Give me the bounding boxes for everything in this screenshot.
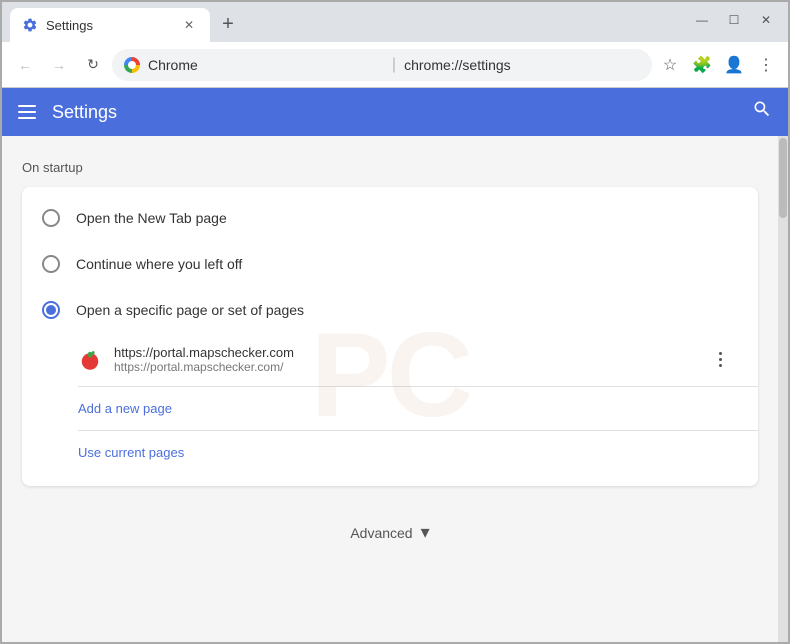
divider-2	[78, 430, 758, 431]
radio-continue[interactable]	[42, 255, 60, 273]
url-text: chrome://settings	[404, 57, 640, 73]
back-button[interactable]: ←	[10, 50, 40, 80]
address-bar: ← → ↻ Chrome | chrome://settings ☆ 🧩 👤 ⋮	[2, 42, 788, 88]
site-security-icon	[124, 57, 140, 73]
hamburger-line-3	[18, 117, 36, 119]
page-url-main: https://portal.mapschecker.com	[114, 345, 694, 360]
option-specific-label: Open a specific page or set of pages	[76, 302, 304, 318]
radio-specific[interactable]	[42, 301, 60, 319]
pages-section: https://portal.mapschecker.com https://p…	[22, 333, 758, 478]
close-button[interactable]: ✕	[752, 10, 780, 30]
extensions-button[interactable]: 🧩	[688, 51, 716, 79]
brand-label: Chrome	[148, 57, 384, 73]
scrollbar-thumb[interactable]	[779, 138, 787, 218]
use-current-pages-label: Use current pages	[78, 435, 184, 470]
hamburger-menu-button[interactable]	[18, 105, 36, 119]
account-button[interactable]: 👤	[720, 51, 748, 79]
menu-dot-2	[719, 358, 722, 361]
page-entry: https://portal.mapschecker.com https://p…	[78, 337, 758, 382]
chrome-menu-button[interactable]: ⋮	[752, 51, 780, 79]
section-label: On startup	[22, 160, 758, 175]
menu-dot-3	[719, 364, 722, 367]
add-new-page-label: Add a new page	[78, 391, 172, 426]
page-info: https://portal.mapschecker.com https://p…	[114, 345, 694, 374]
bookmark-button[interactable]: ☆	[656, 51, 684, 79]
page-favicon	[78, 348, 102, 372]
title-bar: Settings ✕ + — ☐ ✕	[2, 2, 788, 42]
advanced-section[interactable]: Advanced ▾	[22, 506, 758, 559]
radio-new-tab[interactable]	[42, 209, 60, 227]
refresh-button[interactable]: ↻	[78, 50, 108, 80]
address-input[interactable]: Chrome | chrome://settings	[112, 49, 652, 81]
settings-search-button[interactable]	[752, 99, 772, 125]
option-continue-label: Continue where you left off	[76, 256, 242, 272]
hamburger-line-1	[18, 105, 36, 107]
maximize-button[interactable]: ☐	[720, 10, 748, 30]
settings-favicon	[22, 17, 38, 33]
scrollbar[interactable]	[778, 136, 788, 642]
address-divider: |	[392, 56, 396, 74]
window-controls: — ☐ ✕	[688, 10, 780, 30]
active-tab[interactable]: Settings ✕	[10, 8, 210, 42]
hamburger-line-2	[18, 111, 36, 113]
option-new-tab-label: Open the New Tab page	[76, 210, 227, 226]
option-continue[interactable]: Continue where you left off	[22, 241, 758, 287]
minimize-button[interactable]: —	[688, 10, 716, 30]
tab-title: Settings	[46, 18, 172, 33]
chevron-down-icon: ▾	[421, 522, 430, 543]
use-current-pages-button[interactable]: Use current pages	[78, 435, 758, 470]
toolbar-icons: ☆ 🧩 👤 ⋮	[656, 51, 780, 79]
tab-close-button[interactable]: ✕	[180, 16, 198, 34]
settings-page-title: Settings	[52, 102, 117, 123]
divider	[78, 386, 758, 387]
option-new-tab[interactable]: Open the New Tab page	[22, 195, 758, 241]
add-new-page-button[interactable]: Add a new page	[78, 391, 758, 426]
page-url-sub: https://portal.mapschecker.com/	[114, 360, 694, 374]
new-tab-button[interactable]: +	[214, 10, 242, 38]
advanced-label: Advanced	[350, 525, 412, 541]
page-menu-button[interactable]	[706, 346, 734, 374]
startup-options-card: Open the New Tab page Continue where you…	[22, 187, 758, 486]
option-specific[interactable]: Open a specific page or set of pages	[22, 287, 758, 333]
header-left: Settings	[18, 102, 117, 123]
settings-header: Settings	[2, 88, 788, 136]
forward-button[interactable]: →	[44, 50, 74, 80]
content-main: PC On startup Open the New Tab page Cont…	[2, 136, 778, 642]
content-area: PC On startup Open the New Tab page Cont…	[2, 136, 788, 642]
menu-dot-1	[719, 352, 722, 355]
